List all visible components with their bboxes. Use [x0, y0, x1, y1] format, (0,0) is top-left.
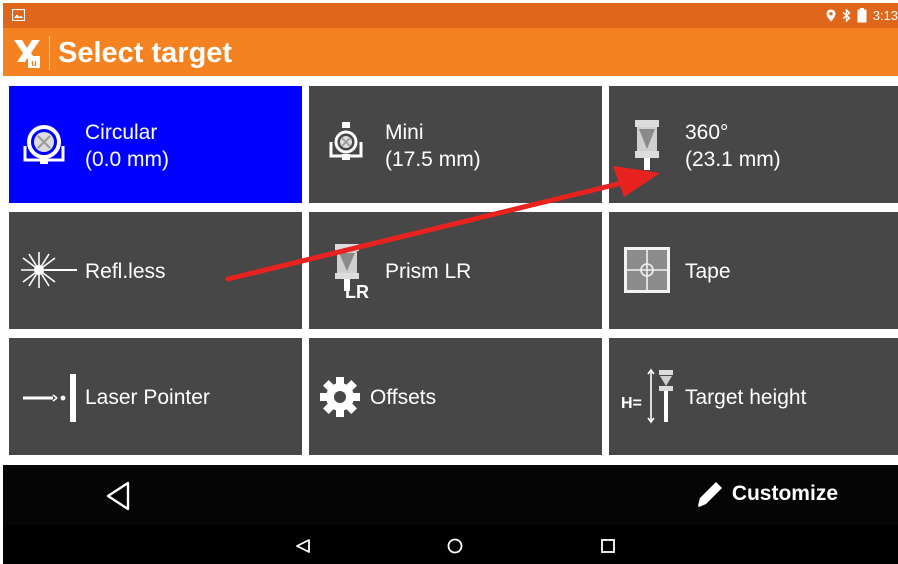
- page-title: Select target: [58, 37, 233, 69]
- back-icon[interactable]: [103, 480, 133, 512]
- prism-lr-icon: LR: [335, 244, 369, 302]
- tile-mini[interactable]: Mini (17.5 mm): [309, 86, 602, 203]
- nav-recents-icon[interactable]: [601, 539, 615, 553]
- bluetooth-icon: [842, 9, 851, 22]
- tile-360-name: 360°: [685, 121, 729, 144]
- bottom-action-bar: Customize: [3, 465, 898, 525]
- tile-reflectorless[interactable]: Refl.less: [9, 212, 302, 329]
- logo-divider: [49, 36, 50, 70]
- status-bar: 3:13: [3, 3, 898, 28]
- tile-tape-name: Tape: [685, 260, 731, 283]
- tile-target-height[interactable]: H= Target height: [609, 338, 898, 455]
- nav-back-icon[interactable]: [295, 538, 311, 554]
- tile-laser-pointer-name: Laser Pointer: [85, 386, 210, 409]
- app-bar: u Select target: [3, 28, 898, 76]
- tape-target-icon: [624, 247, 670, 293]
- app-frame: 3:13 u Select target Circular (0.0 mm) M…: [3, 3, 898, 564]
- tile-target-height-name: Target height: [685, 386, 807, 409]
- status-time: 3:13: [872, 8, 898, 23]
- circular-prism-icon: [23, 125, 65, 164]
- target-height-icon-text: H=: [621, 395, 642, 412]
- tile-prism-lr-name: Prism LR: [385, 260, 472, 283]
- tile-mini-name: Mini: [385, 121, 424, 144]
- target-height-icon: H=: [621, 368, 673, 424]
- tile-prism-lr[interactable]: LR Prism LR: [309, 212, 602, 329]
- tile-tape[interactable]: Tape: [609, 212, 898, 329]
- image-icon: [12, 9, 25, 21]
- tile-offsets-name: Offsets: [370, 386, 437, 409]
- tile-reflectorless-name: Refl.less: [85, 260, 166, 283]
- gear-icon: [320, 377, 360, 417]
- system-nav-bar: [3, 525, 898, 564]
- nav-home-icon[interactable]: [447, 538, 463, 554]
- tile-offsets[interactable]: Offsets: [309, 338, 602, 455]
- tile-360-size: (23.1 mm): [685, 148, 781, 171]
- customize-label: Customize: [731, 482, 838, 505]
- logo-letter: u: [31, 58, 37, 68]
- customize-button[interactable]: Customize: [694, 478, 838, 510]
- pencil-icon: [697, 482, 722, 507]
- tile-circular-name: Circular: [85, 121, 158, 144]
- reflectorless-icon: [21, 252, 77, 288]
- location-icon: [826, 9, 836, 22]
- status-icons: 3:13: [826, 3, 898, 28]
- target-grid: Circular (0.0 mm) Mini (17.5 mm) 360° (2…: [9, 86, 898, 456]
- prism-360-icon: [635, 120, 659, 170]
- tile-circular[interactable]: Circular (0.0 mm): [9, 86, 302, 203]
- prism-lr-icon-text: LR: [345, 282, 369, 302]
- laser-pointer-icon: [23, 374, 76, 422]
- tile-laser-pointer[interactable]: Laser Pointer: [9, 338, 302, 455]
- tile-circular-size: (0.0 mm): [85, 148, 169, 171]
- mini-prism-icon: [329, 122, 363, 160]
- app-logo-icon: u: [14, 40, 40, 68]
- battery-icon: [857, 8, 867, 23]
- tile-mini-size: (17.5 mm): [385, 148, 481, 171]
- tile-360[interactable]: 360° (23.1 mm): [609, 86, 898, 203]
